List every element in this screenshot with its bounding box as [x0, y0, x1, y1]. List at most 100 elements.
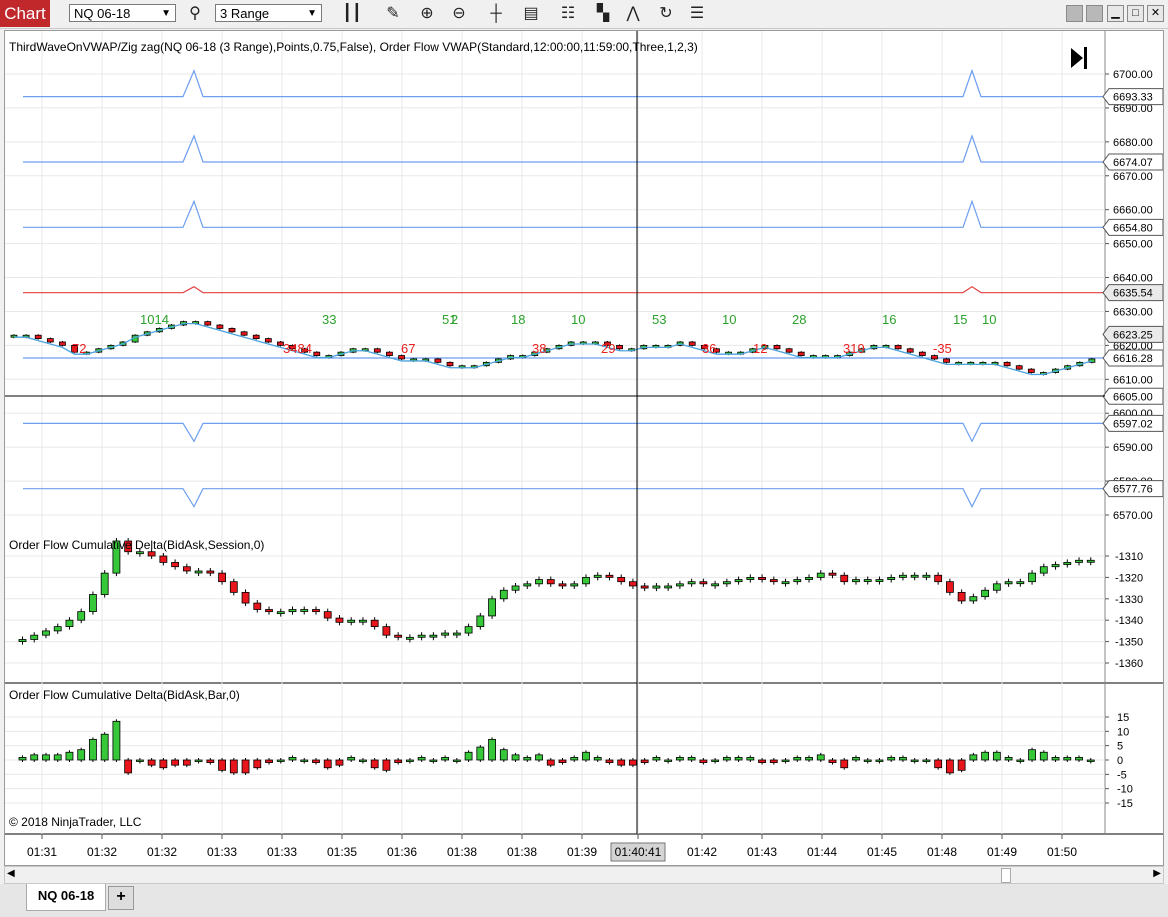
cum-delta-candle — [652, 585, 661, 589]
list-icon[interactable]: ☰ — [686, 3, 708, 25]
y-tick-label: -1330 — [1115, 594, 1143, 606]
cum-delta-candle — [816, 572, 825, 578]
bar-delta-candle — [218, 759, 226, 771]
bar-delta-candle — [499, 749, 508, 761]
horizontal-scrollbar[interactable]: ◀ ▶ — [4, 866, 1164, 884]
price-tag-label: 6616.28 — [1113, 353, 1153, 365]
jump-to-end-icon — [1071, 48, 1083, 68]
draw-icon[interactable]: ✎ — [382, 3, 404, 25]
cum-delta-candle — [347, 619, 356, 623]
price-tag-label: 6635.54 — [1113, 288, 1153, 300]
bar-delta-candle — [781, 759, 790, 762]
properties-icon[interactable]: ☷ — [557, 3, 579, 25]
bar-delta-candle — [124, 759, 133, 774]
zoom-in-icon[interactable]: ⊕ — [416, 3, 438, 25]
wave-label: 72 — [72, 341, 86, 356]
cum-delta-candle — [711, 583, 720, 587]
y-tick-label: 6670.00 — [1113, 171, 1153, 183]
chart-canvas[interactable]: 6700.006690.006680.006670.006660.006650.… — [5, 31, 1163, 865]
wave-label: 12 — [753, 341, 767, 356]
instrument-selector[interactable]: NQ 06-18 ▼ — [69, 4, 176, 22]
bar-delta-candle — [265, 759, 273, 763]
minimize-panel-icon[interactable] — [1066, 5, 1083, 22]
bar-delta-candle — [523, 757, 532, 761]
cum-delta-candle — [840, 574, 849, 583]
indicators-icon[interactable]: ▚ — [592, 3, 614, 25]
restore-panel-icon[interactable] — [1086, 5, 1103, 22]
price-candle — [204, 321, 212, 326]
bar-delta-candle — [1051, 757, 1060, 761]
cum-delta-candle — [312, 609, 320, 613]
minimize-icon[interactable]: ▁ — [1107, 5, 1124, 22]
price-tag-label: 6693.33 — [1113, 92, 1153, 104]
crosshair-icon[interactable]: ┼ — [485, 3, 507, 25]
cum-delta-candle — [194, 570, 203, 574]
cum-delta-candle — [100, 572, 109, 595]
x-tick-label: 01:32 — [87, 845, 117, 859]
cum-delta-candle — [523, 583, 532, 587]
chart-area[interactable]: 6700.00 6690.00 6680.00 6670.00 6660.00 6650.… — [4, 30, 1164, 866]
cum-delta-candle — [664, 585, 673, 589]
cum-delta-candle — [805, 577, 813, 580]
bar-delta-candle — [570, 757, 579, 761]
bar-delta-candle — [957, 759, 966, 771]
bar-delta-candle — [969, 754, 978, 761]
price-candle — [1003, 361, 1011, 367]
maximize-icon[interactable]: □ — [1127, 5, 1144, 22]
zoom-out-icon[interactable]: ⊖ — [448, 3, 470, 25]
bar-delta-candle — [335, 759, 344, 766]
cum-delta-candle — [934, 574, 943, 583]
cum-delta-candle — [288, 609, 297, 613]
wave-label: 3484 — [283, 341, 312, 356]
cum-delta-candle — [429, 634, 438, 638]
vwap-band-line — [23, 488, 1105, 509]
cum-delta-candle — [781, 581, 790, 585]
cum-delta-candle — [828, 572, 837, 576]
x-tick-label: 01:38 — [447, 845, 477, 859]
bar-delta-candle — [887, 757, 896, 761]
wave-label: 10 — [571, 312, 585, 327]
cum-delta-candle — [229, 581, 238, 593]
bar-delta-candle — [65, 751, 74, 761]
bar-delta-candle — [1039, 751, 1048, 761]
scroll-thumb[interactable] — [1001, 868, 1011, 883]
bar-type-selector[interactable]: 3 Range ▼ — [215, 4, 322, 22]
price-candle — [34, 334, 42, 340]
strategies-icon[interactable]: ⋀ — [622, 3, 644, 25]
bar-delta-candle — [359, 759, 367, 762]
price-candle — [252, 334, 260, 340]
data-box-icon[interactable]: ▤ — [520, 3, 542, 25]
bar-delta-candle — [53, 754, 62, 761]
close-icon[interactable]: ✕ — [1147, 5, 1164, 22]
search-icon[interactable]: ⚲ — [184, 3, 206, 25]
wave-label: 36 — [702, 341, 716, 356]
scroll-left-icon[interactable]: ◀ — [7, 868, 15, 879]
cum-delta-candle — [1063, 562, 1072, 565]
bar-delta-candle — [429, 759, 438, 762]
price-candle — [434, 358, 442, 363]
y-tick-label: 6610.00 — [1113, 374, 1153, 386]
x-tick-label: 01:38 — [507, 845, 537, 859]
instrument-value: NQ 06-18 — [74, 6, 131, 21]
scroll-right-icon[interactable]: ▶ — [1153, 868, 1161, 879]
refresh-icon[interactable]: ↻ — [655, 3, 677, 25]
add-tab-button[interactable]: + — [108, 886, 134, 910]
bar-delta-candle — [147, 759, 156, 766]
cum-delta-candle — [570, 583, 579, 587]
bar-delta-candle — [476, 746, 485, 761]
price-tag-label: 6605.00 — [1113, 391, 1153, 403]
tab-nq[interactable]: NQ 06-18 — [26, 884, 106, 911]
bar-delta-candle — [1016, 759, 1025, 762]
cum-delta-candle — [241, 591, 250, 604]
price-candle — [386, 351, 393, 356]
tab-bar — [0, 884, 1168, 917]
bar-delta-candle — [605, 759, 614, 763]
cum-delta-candle — [417, 634, 426, 638]
bar-type-icon[interactable]: ┃┃ — [341, 3, 363, 25]
x-tick-label: 01:44 — [807, 845, 837, 859]
cum-delta-candle — [535, 579, 543, 585]
cum-delta-candle — [675, 583, 684, 587]
chevron-down-icon: ▼ — [307, 8, 317, 19]
cum-delta-candle — [464, 626, 473, 634]
bar-delta-candle — [840, 759, 849, 769]
